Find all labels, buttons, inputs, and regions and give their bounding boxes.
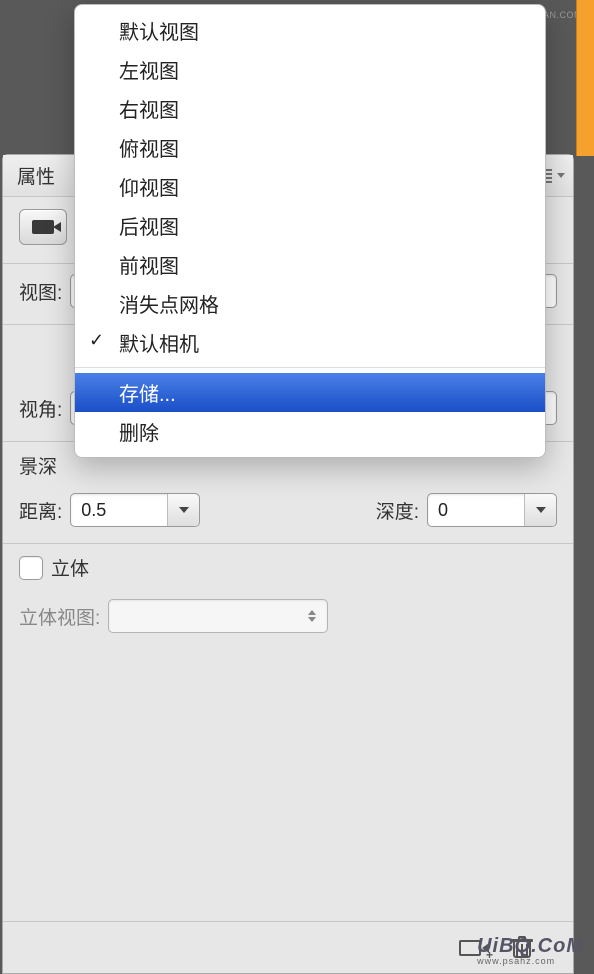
canvas-edge (576, 0, 594, 156)
distance-label: 距离: (19, 497, 62, 524)
depth-label: 深度: (376, 497, 419, 524)
menu-item-save[interactable]: 存储... (75, 373, 545, 412)
view-label: 视图: (19, 278, 62, 305)
stereo-view-label: 立体视图: (19, 603, 100, 630)
panel-title: 属性 (17, 162, 55, 189)
stereo-view-combo (108, 599, 328, 633)
camera-type-button[interactable] (19, 209, 67, 245)
depth-dropdown-arrow[interactable] (524, 494, 556, 526)
stepper-icon (303, 610, 327, 622)
menu-item-delete[interactable]: 删除 (75, 412, 545, 451)
distance-dropdown-arrow[interactable] (167, 494, 199, 526)
stereo-label: 立体 (51, 554, 89, 581)
depth-value: 0 (428, 500, 524, 521)
menu-item-front-view[interactable]: 前视图 (75, 245, 545, 284)
menu-item-left-view[interactable]: 左视图 (75, 50, 545, 89)
fov-label: 视角: (19, 395, 62, 422)
menu-item-default-view[interactable]: 默认视图 (75, 11, 545, 50)
menu-item-default-camera[interactable]: ✓ 默认相机 (75, 323, 545, 362)
menu-item-back-view[interactable]: 后视图 (75, 206, 545, 245)
distance-input[interactable]: 0.5 (70, 493, 200, 527)
watermark-bottom: UiBQ.CoM www.psahz.com (477, 935, 584, 966)
depth-input[interactable]: 0 (427, 493, 557, 527)
menu-item-right-view[interactable]: 右视图 (75, 89, 545, 128)
menu-item-bottom-view[interactable]: 仰视图 (75, 167, 545, 206)
distance-value: 0.5 (71, 500, 167, 521)
check-icon: ✓ (89, 330, 104, 351)
menu-separator (75, 367, 545, 368)
chevron-down-icon (557, 173, 565, 178)
menu-item-vanishing-grid[interactable]: 消失点网格 (75, 284, 545, 323)
stereo-checkbox[interactable] (19, 556, 43, 580)
stereo-section: 立体 立体视图: (3, 544, 573, 649)
camera-icon (32, 220, 54, 234)
view-dropdown-menu: 默认视图 左视图 右视图 俯视图 仰视图 后视图 前视图 消失点网格 ✓ 默认相… (74, 4, 546, 458)
menu-item-top-view[interactable]: 俯视图 (75, 128, 545, 167)
